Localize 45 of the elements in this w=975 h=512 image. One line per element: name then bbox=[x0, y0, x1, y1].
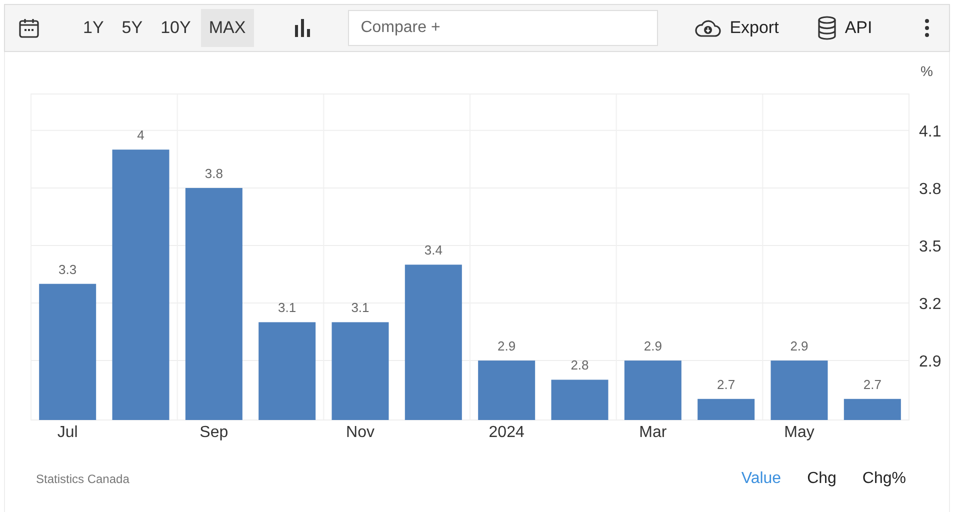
data-label: 2.9 bbox=[790, 338, 808, 354]
y-tick-label: 3.8 bbox=[919, 180, 942, 198]
data-label: 2.7 bbox=[863, 376, 882, 392]
y-tick-label: 2.9 bbox=[919, 354, 942, 371]
bar bbox=[770, 360, 828, 420]
mode-tab[interactable]: Chg% bbox=[849, 466, 919, 492]
bar bbox=[624, 360, 682, 420]
range-tab[interactable]: 10Y bbox=[152, 9, 199, 47]
export-button[interactable]: Export bbox=[688, 14, 785, 42]
data-label: 2.9 bbox=[644, 338, 662, 354]
api-button[interactable]: API bbox=[810, 12, 878, 44]
x-tick-label: Jul bbox=[57, 424, 78, 441]
bar bbox=[551, 380, 608, 420]
bar bbox=[478, 360, 536, 420]
y-tick-label: 4.1 bbox=[919, 123, 942, 140]
x-tick-label: 2024 bbox=[488, 424, 524, 441]
data-label: 4 bbox=[137, 128, 144, 143]
x-tick-label: Nov bbox=[346, 424, 374, 441]
database-icon bbox=[816, 16, 837, 40]
data-label: 3.4 bbox=[424, 242, 442, 258]
bar bbox=[698, 398, 755, 420]
calendar-icon[interactable] bbox=[19, 18, 39, 38]
data-label: 3.1 bbox=[278, 300, 296, 316]
data-label: 2.8 bbox=[570, 358, 589, 373]
y-tick-label: 3.5 bbox=[919, 238, 942, 256]
bar bbox=[844, 398, 901, 420]
range-tab[interactable]: 1Y bbox=[75, 9, 112, 47]
mode-tab[interactable]: Chg bbox=[794, 466, 850, 492]
more-icon[interactable] bbox=[925, 19, 929, 37]
x-tick-label: Sep bbox=[200, 424, 228, 441]
compare-field[interactable]: Compare + bbox=[348, 10, 658, 46]
data-label: 3.3 bbox=[58, 262, 77, 277]
data-label: 3.1 bbox=[351, 300, 370, 316]
range-tab[interactable]: MAX bbox=[200, 9, 254, 47]
cloud-download-icon bbox=[694, 18, 722, 38]
x-tick-label: May bbox=[784, 424, 814, 441]
source-label: Statistics Canada bbox=[36, 472, 130, 486]
bar-chart-icon[interactable] bbox=[294, 19, 310, 37]
axis-unit: % bbox=[920, 63, 933, 79]
data-label: 2.7 bbox=[717, 376, 736, 392]
y-tick-label: 3.2 bbox=[919, 296, 942, 314]
range-tab[interactable]: 5Y bbox=[114, 9, 151, 47]
data-label: 2.9 bbox=[498, 338, 516, 354]
x-tick-label: Mar bbox=[639, 424, 667, 441]
data-label: 3.8 bbox=[204, 166, 223, 181]
